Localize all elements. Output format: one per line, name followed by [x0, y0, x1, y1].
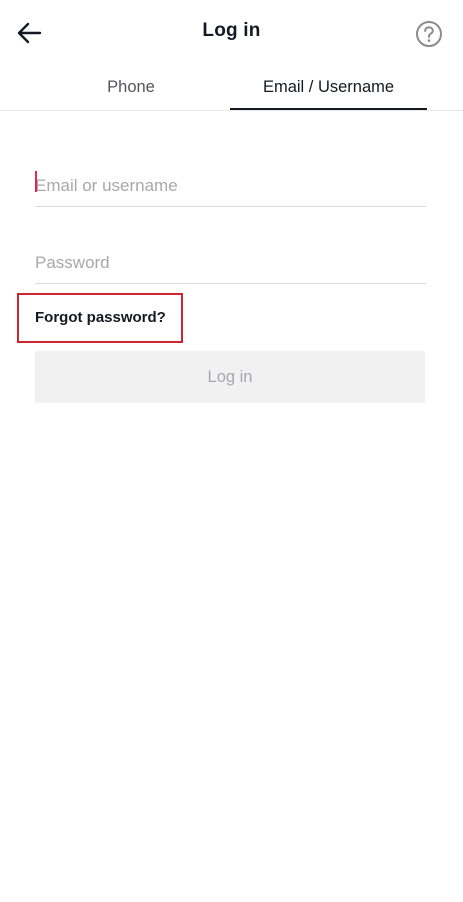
login-button[interactable]: Log in [35, 351, 425, 403]
tab-phone[interactable]: Phone [32, 64, 230, 110]
help-button[interactable] [412, 17, 446, 51]
top-bar: Log in [0, 0, 463, 64]
tab-email-username[interactable]: Email / Username [230, 64, 427, 110]
password-field [35, 242, 426, 284]
page-title: Log in [202, 20, 261, 41]
login-method-tabs: Phone Email / Username [0, 64, 463, 111]
active-tab-indicator [230, 108, 427, 110]
text-cursor [35, 171, 37, 192]
forgot-password-link[interactable]: Forgot password? [35, 309, 166, 326]
question-circle-icon [416, 21, 442, 47]
email-field [35, 165, 426, 207]
password-input[interactable] [35, 242, 426, 283]
email-input[interactable] [35, 165, 426, 206]
